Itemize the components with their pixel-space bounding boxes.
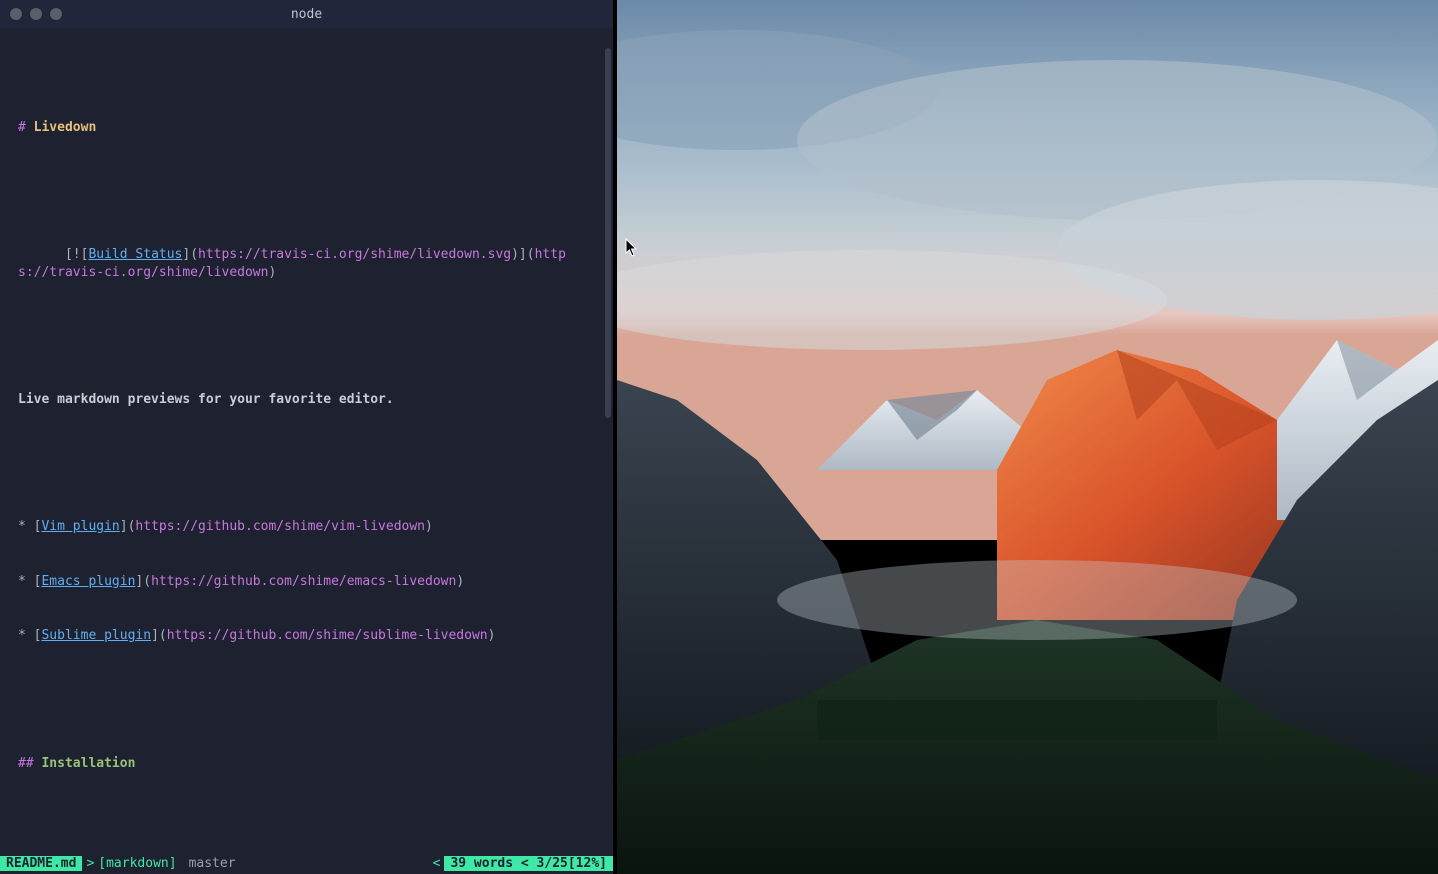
tagline: Live markdown previews for your favorite… — [18, 392, 394, 407]
badge-alt-text: Build Status — [88, 247, 182, 262]
statusbar: README.md > [markdown] master < 39 words… — [0, 852, 613, 874]
titlebar[interactable]: node — [0, 0, 613, 28]
badge-sep: )]( — [511, 247, 534, 262]
badge-close: ) — [268, 265, 276, 280]
traffic-lights — [10, 8, 62, 20]
h2-install-text: Installation — [41, 756, 135, 771]
statusbar-position: 39 words < 3/25[12%] — [444, 856, 613, 871]
h1-text: Livedown — [34, 120, 97, 135]
h2-install-marker: ## — [18, 756, 34, 771]
link-emacs-plugin: Emacs plugin — [41, 574, 135, 589]
editor-area[interactable]: # Livedown [![Build Status](https://trav… — [0, 28, 613, 852]
statusbar-git-branch: master — [177, 856, 236, 871]
badge-mid: ]( — [182, 247, 198, 262]
badge-image-url: https://travis-ci.org/shime/livedown.svg — [198, 247, 511, 262]
link-sublime-plugin: Sublime plugin — [41, 628, 151, 643]
statusbar-filename: README.md — [0, 856, 82, 871]
statusbar-separator-right: < — [429, 856, 445, 871]
desktop-wallpaper[interactable] — [617, 0, 1438, 874]
statusbar-separator: > — [82, 856, 98, 871]
scrollbar[interactable] — [605, 48, 611, 418]
url-sublime-plugin: https://github.com/shime/sublime-livedow… — [167, 628, 488, 643]
close-window-icon[interactable] — [10, 8, 22, 20]
link-vim-plugin: Vim plugin — [41, 519, 119, 534]
url-vim-plugin: https://github.com/shime/vim-livedown — [135, 519, 425, 534]
badge-open: [![ — [65, 247, 88, 262]
h1-marker: # — [18, 120, 26, 135]
terminal-window: node # Livedown [![Build Status](https:/… — [0, 0, 613, 874]
window-title: node — [0, 7, 613, 22]
url-emacs-plugin: https://github.com/shime/emacs-livedown — [151, 574, 456, 589]
statusbar-filetype: [markdown] — [98, 856, 176, 871]
zoom-window-icon[interactable] — [50, 8, 62, 20]
minimize-window-icon[interactable] — [30, 8, 42, 20]
bullet-star: * — [18, 519, 26, 534]
